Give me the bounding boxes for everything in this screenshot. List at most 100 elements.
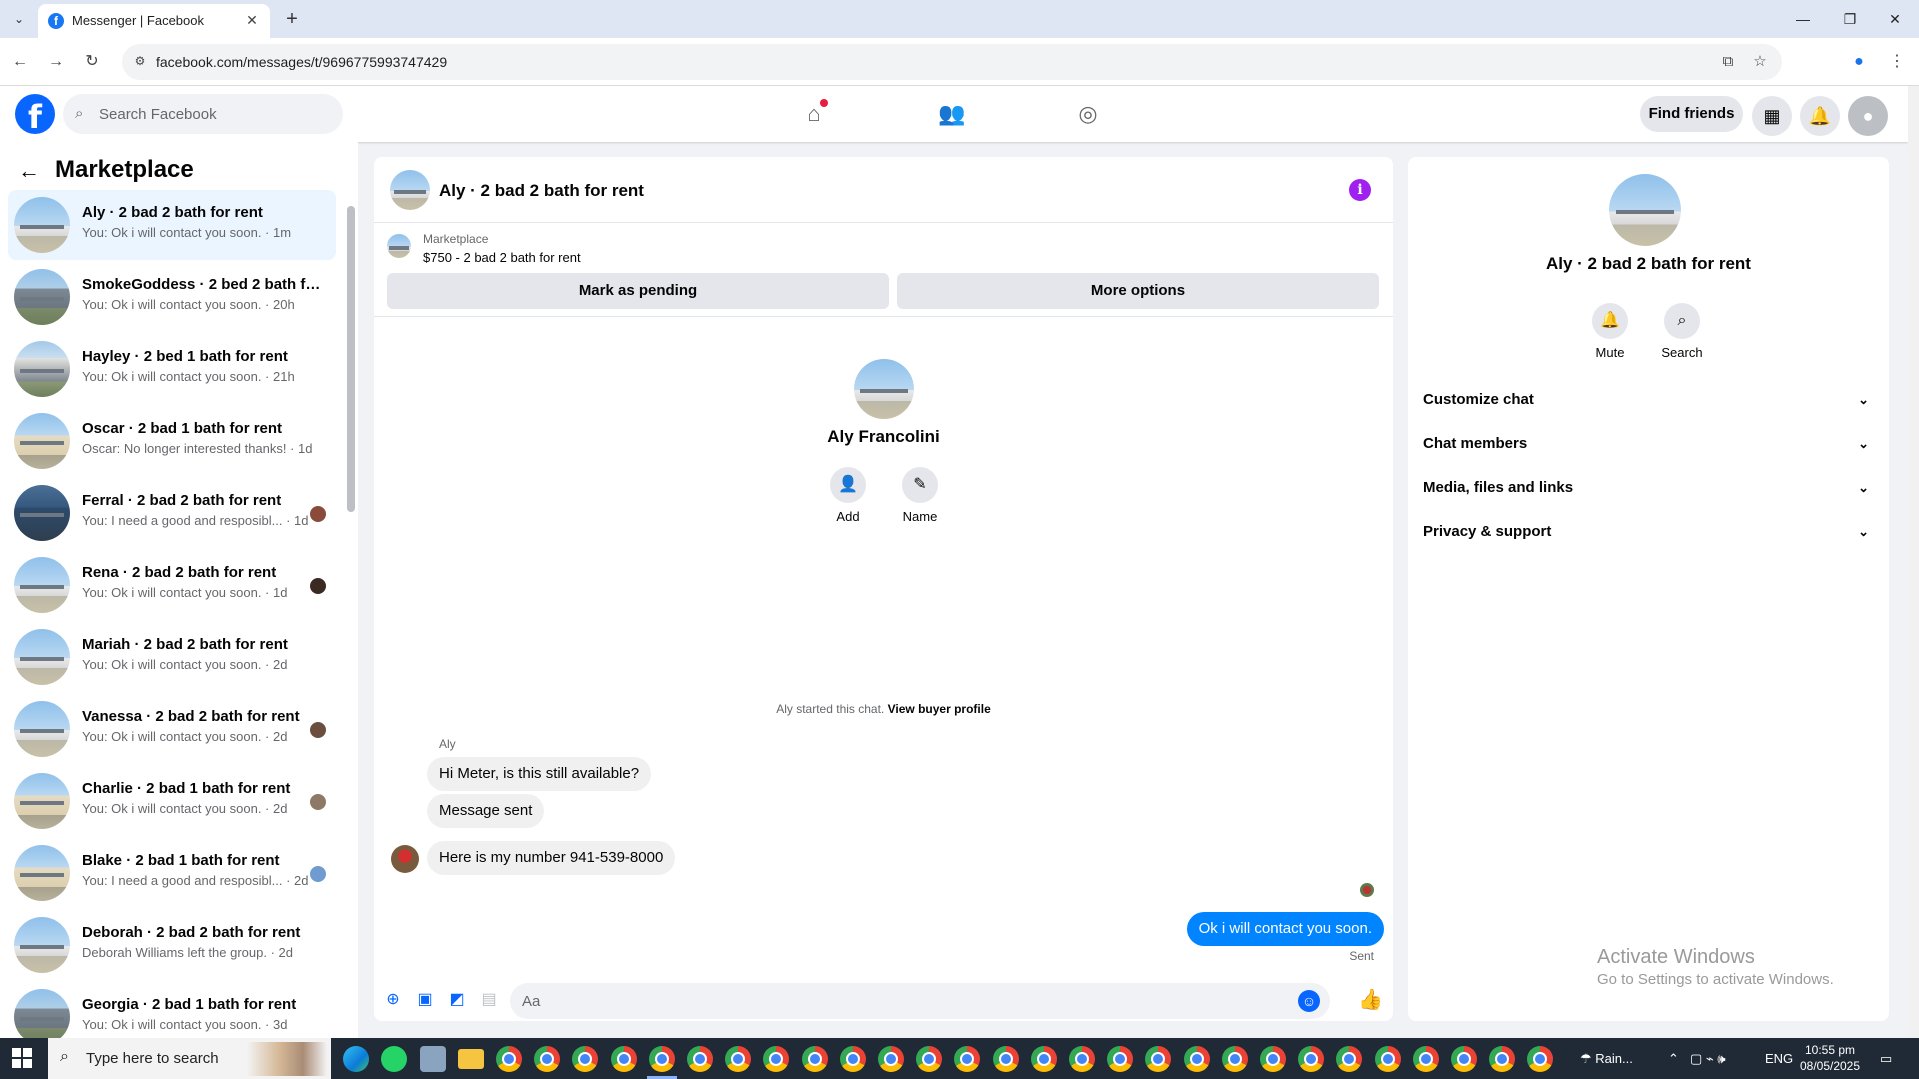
listing-title[interactable]: $750 - 2 bad 2 bath for rent: [423, 250, 581, 265]
home-icon[interactable]: ⌂: [794, 94, 834, 134]
clock[interactable]: 10:55 pm 08/05/2025: [1790, 1042, 1870, 1074]
profile-icon[interactable]: ●: [1847, 50, 1871, 74]
gif-icon[interactable]: ▤: [478, 989, 500, 1011]
conversation-item[interactable]: Vanessa · 2 bad 2 bath for rent You: Ok i…: [8, 694, 336, 764]
facebook-logo-icon[interactable]: f: [15, 94, 55, 134]
groups-icon[interactable]: ◎: [1068, 94, 1108, 134]
chrome-window-icon[interactable]: [1145, 1046, 1172, 1072]
chrome-window-icon[interactable]: [1107, 1046, 1134, 1072]
menu-dots-icon[interactable]: ⋮: [1885, 50, 1909, 74]
conversation-item[interactable]: Deborah · 2 bad 2 bath for rent Deborah W…: [8, 910, 336, 980]
notifications-icon[interactable]: ▭: [1880, 1038, 1892, 1079]
new-tab-icon[interactable]: +: [280, 7, 304, 31]
chrome-window-icon[interactable]: [1451, 1046, 1477, 1072]
chrome-window-icon[interactable]: [610, 1046, 637, 1072]
scroll-thumb[interactable]: [347, 206, 355, 512]
conversation-item[interactable]: Ferral · 2 bad 2 bath for rent You: I nee…: [8, 478, 336, 548]
chrome-window-icon[interactable]: [916, 1046, 943, 1072]
tab-search-icon[interactable]: ⌄: [10, 10, 28, 28]
back-arrow-icon[interactable]: ←: [18, 158, 40, 184]
page-scrollbar[interactable]: [1908, 86, 1919, 1038]
bell-icon[interactable]: 🔔: [1800, 96, 1840, 136]
find-friends-button[interactable]: Find friends: [1640, 96, 1743, 132]
message-bubble[interactable]: Here is my number 941-539-8000: [427, 841, 676, 875]
customize-chat-row[interactable]: Customize chat ⌄: [1423, 382, 1877, 418]
chrome-window-icon[interactable]: [1221, 1046, 1248, 1072]
chrome-window-icon[interactable]: [878, 1046, 904, 1072]
chrome-window-icon[interactable]: [648, 1046, 675, 1072]
chrome-window-icon[interactable]: [1527, 1046, 1554, 1072]
forward-icon[interactable]: →: [44, 50, 68, 74]
chrome-window-icon[interactable]: [725, 1046, 752, 1072]
listing-thumbnail[interactable]: [387, 234, 411, 258]
chrome-window-icon[interactable]: [1336, 1046, 1363, 1072]
emoji-icon[interactable]: ☺: [1298, 990, 1320, 1012]
privacy-support-row[interactable]: Privacy & support ⌄: [1423, 514, 1877, 550]
sender-avatar[interactable]: [391, 845, 419, 873]
chat-members-row[interactable]: Chat members ⌄: [1423, 426, 1877, 462]
message-bubble[interactable]: Hi Meter, is this still available?: [427, 757, 652, 791]
conversation-item[interactable]: Blake · 2 bad 1 bath for rent You: I need…: [8, 838, 336, 908]
conversation-item[interactable]: Mariah · 2 bad 2 bath for rent You: Ok i …: [8, 622, 336, 692]
browser-tab[interactable]: f Messenger | Facebook ✕: [38, 4, 270, 38]
plus-icon[interactable]: ⊕: [382, 989, 404, 1011]
message-input-field[interactable]: ☺: [510, 983, 1330, 1019]
site-info-icon[interactable]: ⚙: [132, 54, 148, 70]
conversation-item[interactable]: Oscar · 2 bad 1 bath for rent Oscar: No l…: [8, 406, 336, 476]
more-options-button[interactable]: More options: [897, 273, 1379, 309]
weather-widget[interactable]: ☂ Rain...: [1580, 1038, 1633, 1079]
chrome-window-icon[interactable]: [763, 1046, 790, 1072]
conversation-item[interactable]: SmokeGoddess · 2 bed 2 bath fo... You: Ok…: [8, 262, 336, 332]
conversation-item[interactable]: Aly · 2 bad 2 bath for rent You: Ok i wil…: [8, 190, 336, 260]
photo-icon[interactable]: ▣: [414, 989, 436, 1011]
media-files-row[interactable]: Media, files and links ⌄: [1423, 470, 1877, 506]
panel-thumbnail[interactable]: [1609, 174, 1681, 246]
chrome-window-icon[interactable]: [1069, 1046, 1095, 1072]
chrome-window-icon[interactable]: [1298, 1046, 1325, 1072]
conversation-item[interactable]: Hayley · 2 bed 1 bath for rent You: Ok i …: [8, 334, 336, 404]
tray-chevron-icon[interactable]: ⌃: [1668, 1038, 1679, 1079]
sidebar-scrollbar[interactable]: [347, 196, 355, 1030]
mute-button[interactable]: 🔔 Mute: [1580, 303, 1640, 360]
taskbar-search[interactable]: ⌕ Type here to search: [48, 1038, 331, 1079]
search-in-chat-button[interactable]: ⌕ Search: [1652, 303, 1712, 360]
chat-thumbnail[interactable]: [390, 170, 430, 210]
profile-thumbnail[interactable]: [854, 359, 914, 419]
chrome-window-icon[interactable]: [839, 1046, 866, 1072]
add-person-button[interactable]: 👤 Add: [818, 467, 878, 524]
mark-pending-button[interactable]: Mark as pending: [387, 273, 889, 309]
close-window-icon[interactable]: ✕: [1875, 6, 1915, 32]
menu-grid-icon[interactable]: ▦: [1752, 96, 1792, 136]
chrome-window-icon[interactable]: [1412, 1046, 1439, 1072]
windows-start-icon[interactable]: [12, 1048, 32, 1068]
reload-icon[interactable]: ↻: [80, 50, 104, 74]
conversation-item[interactable]: Charlie · 2 bad 1 bath for rent You: Ok i…: [8, 766, 336, 836]
friends-icon[interactable]: 👥: [932, 94, 972, 134]
chrome-window-icon[interactable]: [992, 1046, 1019, 1072]
chrome-window-icon[interactable]: [1183, 1046, 1210, 1072]
whatsapp-icon[interactable]: [381, 1046, 407, 1072]
close-tab-icon[interactable]: ✕: [242, 10, 262, 30]
chat-title[interactable]: Aly · 2 bad 2 bath for rent: [439, 181, 644, 201]
file-explorer-icon[interactable]: [458, 1049, 484, 1069]
chrome-window-icon[interactable]: [687, 1046, 713, 1072]
chrome-window-icon[interactable]: [1489, 1046, 1516, 1072]
url-field[interactable]: ⚙ facebook.com/messages/t/96967759937474…: [122, 44, 1782, 80]
sent-message-bubble[interactable]: Ok i will contact you soon.: [1186, 912, 1384, 946]
app-icon[interactable]: [420, 1046, 446, 1072]
thumbs-up-icon[interactable]: 👍: [1358, 989, 1383, 1011]
chrome-window-icon[interactable]: [572, 1046, 599, 1072]
message-input[interactable]: [522, 983, 1282, 1019]
language-indicator[interactable]: ENG: [1765, 1038, 1793, 1079]
minimize-icon[interactable]: —: [1783, 6, 1823, 32]
sticker-icon[interactable]: ◩: [446, 989, 468, 1011]
install-app-icon[interactable]: ⧉: [1716, 50, 1740, 74]
restore-icon[interactable]: ❐: [1830, 6, 1870, 32]
chrome-window-icon[interactable]: [801, 1046, 828, 1072]
facebook-search[interactable]: ⌕: [63, 94, 343, 134]
tray-icons[interactable]: ▢ ⌁ 🕪: [1690, 1038, 1726, 1079]
chrome-window-icon[interactable]: [1260, 1046, 1286, 1072]
view-buyer-profile-link[interactable]: View buyer profile: [888, 702, 991, 716]
chrome-window-icon[interactable]: [1030, 1046, 1057, 1072]
chrome-window-icon[interactable]: [1374, 1046, 1401, 1072]
